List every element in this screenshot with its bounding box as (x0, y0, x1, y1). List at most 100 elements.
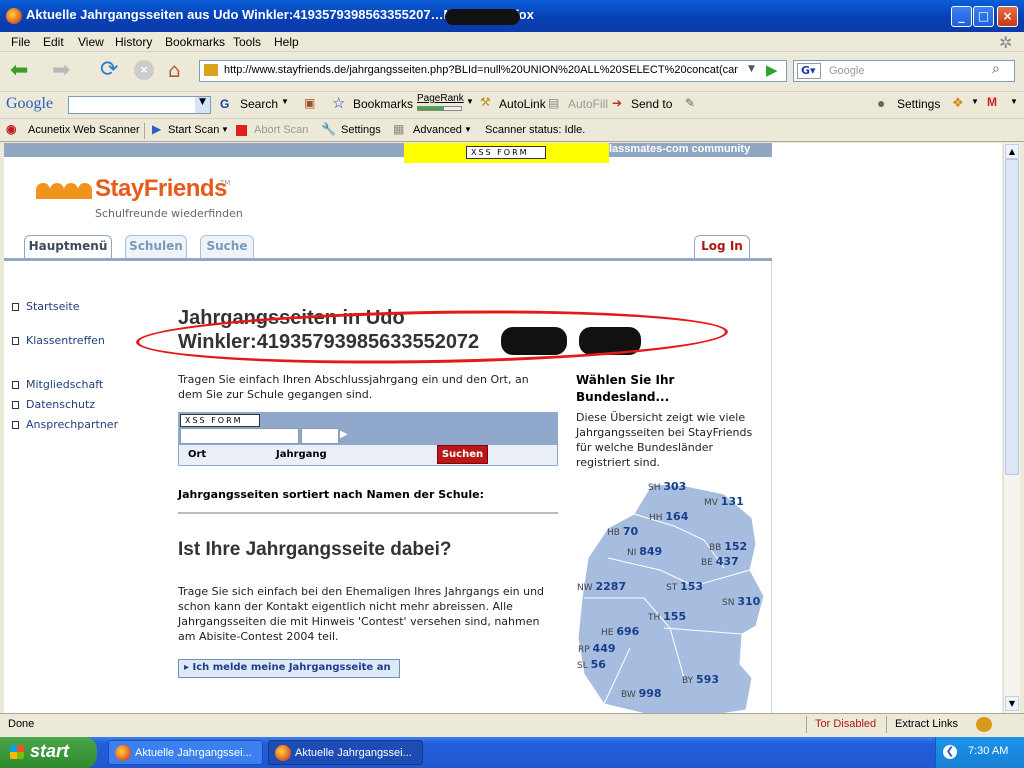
scroll-up-icon[interactable]: ▲ (1005, 144, 1019, 159)
back-icon[interactable]: ⬅ (10, 60, 28, 82)
pagerank-label[interactable]: PageRank (417, 93, 464, 104)
url-dropdown-icon[interactable]: ▼ (748, 64, 755, 74)
forward-icon[interactable]: ➡ (52, 60, 70, 82)
autofill-button[interactable]: AutoFill (568, 97, 608, 111)
google-engine-icon[interactable]: G▾ (797, 63, 821, 79)
close-button[interactable]: × (997, 6, 1018, 27)
google-search-button[interactable]: Search (240, 97, 278, 111)
settings-button[interactable]: Settings (897, 97, 940, 111)
magnifier-icon[interactable]: ⌕ (992, 61, 1000, 77)
taskbar-item-2[interactable]: Aktuelle Jahrgangssei... (268, 740, 423, 765)
extension-icon[interactable] (976, 717, 992, 732)
acunetix-label[interactable]: Acunetix Web Scanner (28, 124, 140, 136)
state-hh[interactable]: HH 164 (649, 510, 688, 523)
taskbar-item-1[interactable]: Aktuelle Jahrgangssei... (108, 740, 263, 765)
abort-scan-button[interactable]: Abort Scan (254, 124, 308, 136)
bookmarks-button[interactable]: Bookmarks (353, 97, 413, 111)
start-scan-button[interactable]: Start Scan (168, 124, 219, 136)
chevron-down-icon[interactable]: ▼ (221, 125, 229, 134)
tab-schulen[interactable]: Schulen (125, 235, 187, 259)
nav-datenschutz[interactable]: Datenschutz (26, 398, 95, 411)
tab-hauptmenu[interactable]: Hauptmenü (24, 235, 112, 259)
buttons-icon[interactable]: ❖ (952, 95, 964, 111)
extract-links[interactable]: Extract Links (895, 718, 958, 730)
google-dropdown-icon[interactable]: ▼ (195, 97, 210, 113)
suchen-button[interactable]: Suchen (437, 445, 488, 464)
status-bar: Done Tor Disabled Extract Links (0, 713, 1024, 734)
state-ni[interactable]: NI 849 (627, 545, 662, 558)
throbber-icon: ✲ (999, 35, 1013, 52)
state-code: MV (704, 498, 721, 508)
state-by[interactable]: BY 593 (682, 673, 719, 686)
nav-klassentreffen[interactable]: Klassentreffen (26, 334, 105, 347)
minimize-button[interactable]: _ (951, 6, 972, 27)
state-mv[interactable]: MV 131 (704, 495, 744, 508)
separator (144, 123, 145, 139)
reload-icon[interactable]: ⟳ (100, 59, 118, 81)
nav-startseite[interactable]: Startseite (26, 300, 80, 313)
task-label: Aktuelle Jahrgangssei... (135, 747, 252, 759)
search-box[interactable] (793, 60, 1015, 82)
google-search-field[interactable] (68, 96, 211, 114)
state-st[interactable]: ST 153 (666, 580, 703, 593)
chevron-down-icon[interactable]: ▼ (1010, 97, 1018, 106)
google-logo[interactable]: Google (6, 95, 53, 113)
state-code: BE (701, 558, 716, 568)
window-titlebar[interactable]: Aktuelle Jahrgangsseiten aus Udo Winkler… (0, 0, 1024, 32)
ort-input[interactable] (180, 428, 299, 444)
chevron-down-icon[interactable]: ▼ (971, 97, 979, 106)
gmail-icon[interactable]: M (987, 95, 997, 109)
state-sh[interactable]: SH 303 (648, 480, 686, 493)
menu-bookmarks[interactable]: Bookmarks (165, 35, 225, 49)
start-button[interactable]: start (0, 737, 97, 768)
state-bw[interactable]: BW 998 (621, 687, 662, 700)
task-label: Aktuelle Jahrgangssei... (295, 747, 412, 759)
tor-status[interactable]: Tor Disabled (815, 718, 876, 730)
autolink-button[interactable]: AutoLink (499, 97, 546, 111)
state-sl[interactable]: SL 56 (577, 658, 606, 671)
scroll-thumb[interactable] (1005, 159, 1019, 475)
stop-icon[interactable]: × (134, 60, 154, 80)
nav-ansprechpartner[interactable]: Ansprechpartner (26, 418, 118, 431)
menu-history[interactable]: History (115, 35, 152, 49)
home-icon[interactable]: ⌂ (168, 58, 181, 82)
advanced-button[interactable]: Advanced (413, 124, 462, 136)
jahrgang-input[interactable] (301, 428, 339, 444)
windows-logo-icon (10, 745, 24, 759)
sendto-button[interactable]: Send to (631, 97, 672, 111)
brand-name[interactable]: StayFriends (95, 175, 227, 203)
tray-expand-icon[interactable]: ❮ (943, 745, 957, 759)
login-tab[interactable]: Log In (694, 235, 750, 259)
chevron-down-icon[interactable]: ▼ (466, 97, 474, 106)
classmates-link[interactable]: lassmates-com community (609, 143, 750, 155)
tab-suche[interactable]: Suche (200, 235, 254, 259)
go-icon[interactable]: ▶ (766, 61, 778, 79)
nav-mitgliedschaft[interactable]: Mitgliedschaft (26, 378, 103, 391)
state-count: 849 (639, 545, 663, 558)
state-bb[interactable]: BB 152 (709, 540, 747, 553)
state-sn[interactable]: SN 310 (722, 595, 760, 608)
menu-edit[interactable]: Edit (43, 35, 64, 49)
state-he[interactable]: HE 696 (601, 625, 639, 638)
menu-help[interactable]: Help (274, 35, 299, 49)
chevron-down-icon[interactable]: ▼ (281, 97, 289, 106)
state-nw[interactable]: NW 2287 (577, 580, 626, 593)
menu-view[interactable]: View (78, 35, 104, 49)
vertical-scrollbar[interactable]: ▲ ▼ (1003, 143, 1020, 713)
chevron-down-icon[interactable]: ▼ (464, 125, 472, 134)
bundesland-text: Diese Übersicht zeigt wie viele Jahrgang… (576, 411, 753, 469)
state-hb[interactable]: HB 70 (607, 525, 638, 538)
state-rp[interactable]: RP 449 (578, 642, 616, 655)
maximize-button[interactable]: □ (973, 6, 994, 27)
menu-tools[interactable]: Tools (233, 35, 261, 49)
scroll-down-icon[interactable]: ▼ (1005, 696, 1019, 711)
menu-file[interactable]: File (11, 35, 30, 49)
clock[interactable]: 7:30 AM (968, 745, 1008, 757)
state-be[interactable]: BE 437 (701, 555, 739, 568)
search-input[interactable]: Google (829, 65, 864, 77)
url-text[interactable]: http://www.stayfriends.de/jahrgangsseite… (224, 64, 744, 76)
highlight-icon[interactable]: ✎ (685, 96, 695, 110)
acunetix-settings-button[interactable]: Settings (341, 124, 381, 136)
state-count: 164 (665, 510, 689, 523)
state-th[interactable]: TH 155 (648, 610, 686, 623)
